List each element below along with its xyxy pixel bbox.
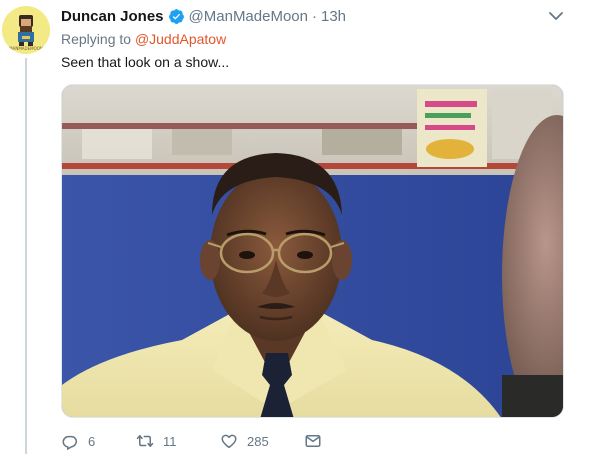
timestamp[interactable]: 13h (321, 8, 346, 25)
tweet-media-image[interactable] (61, 84, 564, 418)
reply-count: 6 (88, 433, 96, 449)
retweet-icon (136, 435, 154, 447)
direct-message-button[interactable] (304, 432, 322, 450)
avatar-image: MANMADEMOON (2, 6, 50, 54)
reply-icon (62, 435, 78, 450)
like-button[interactable]: 285 (220, 432, 304, 450)
display-name[interactable]: Duncan Jones (61, 8, 164, 25)
tweet-actions: 6 11 285 (61, 431, 322, 451)
reply-button[interactable]: 6 (61, 432, 136, 450)
tweet-header: Duncan Jones @ManMadeMoon · 13h (61, 6, 346, 26)
thread-line (25, 58, 27, 454)
avatar-text: MANMADEMOON (9, 46, 43, 51)
retweet-button[interactable]: 11 (136, 432, 220, 450)
replying-prefix: Replying to (61, 31, 132, 47)
retweet-count: 11 (163, 433, 177, 449)
chevron-down-icon[interactable] (548, 9, 564, 23)
avatar[interactable]: MANMADEMOON (2, 6, 50, 54)
replying-to: Replying to @JuddApatow (61, 31, 226, 47)
separator-dot: · (311, 7, 317, 25)
user-handle[interactable]: @ManMadeMoon (189, 8, 308, 25)
heart-icon (221, 434, 237, 449)
verified-badge-icon (168, 8, 185, 25)
mention-link[interactable]: @JuddApatow (135, 31, 226, 47)
like-count: 285 (247, 433, 269, 449)
envelope-icon (305, 435, 321, 447)
tweet-text: Seen that look on a show... (61, 54, 230, 70)
